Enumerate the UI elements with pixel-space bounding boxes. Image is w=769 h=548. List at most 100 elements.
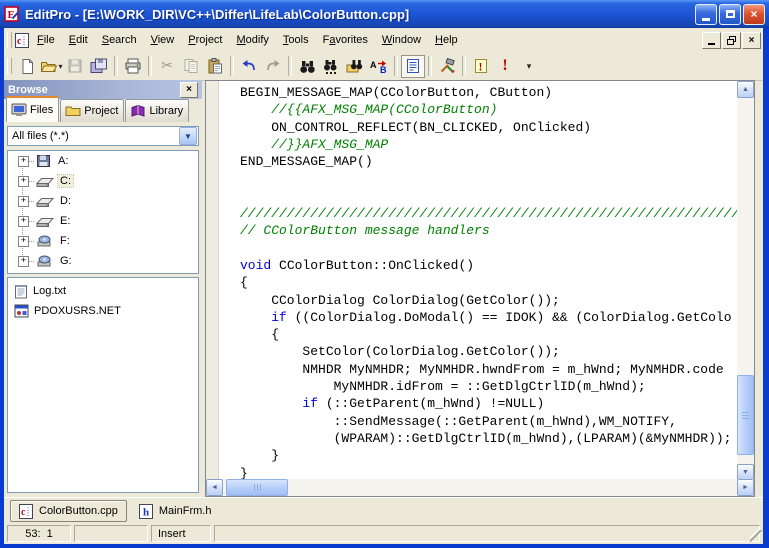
cut-button[interactable]: ✂ (155, 55, 179, 78)
find-in-files-button[interactable] (343, 55, 367, 78)
resize-grip[interactable] (750, 530, 763, 543)
close-button[interactable]: × (743, 4, 765, 25)
browse-tab-library[interactable]: Library (125, 99, 189, 122)
code-line[interactable] (240, 188, 737, 205)
mdi-restore-button[interactable] (722, 32, 741, 49)
code-line[interactable]: } (240, 465, 737, 479)
tree-row-drive-a[interactable]: +A: (8, 151, 198, 171)
document-system-icon[interactable]: c:: (15, 33, 30, 48)
code-line[interactable]: BEGIN_MESSAGE_MAP(CColorButton, CButton) (240, 84, 737, 101)
file-list[interactable]: Log.txtPDOXUSRS.NET (7, 277, 199, 493)
print-button[interactable] (121, 55, 145, 78)
code-line[interactable]: } (240, 447, 737, 464)
minimize-button[interactable] (695, 4, 717, 25)
drive-tree[interactable]: +A:+C:+D:+E:+F:+G: (7, 150, 199, 274)
replace-button[interactable]: AB (367, 55, 391, 78)
save-button[interactable] (63, 55, 87, 78)
tree-expander-icon[interactable]: + (18, 156, 29, 167)
save-all-button[interactable] (87, 55, 111, 78)
browse-close-button[interactable]: × (180, 82, 198, 98)
toolbar-grip[interactable] (7, 58, 12, 74)
mdi-minimize-button[interactable] (702, 32, 721, 49)
code-line[interactable]: (WPARAM)::GetDlgCtrlID(m_hWnd),(LPARAM)(… (240, 430, 737, 447)
code-line[interactable]: ////////////////////////////////////////… (240, 205, 737, 222)
menu-file[interactable]: File (30, 31, 62, 49)
tree-expander-icon[interactable]: + (18, 196, 29, 207)
compile-button[interactable]: ! (469, 55, 493, 78)
svg-text:c: c (21, 507, 26, 518)
file-filter-combobox[interactable]: All files (*.*) ▼ (7, 126, 199, 146)
menu-project[interactable]: Project (181, 31, 229, 49)
menu-view[interactable]: View (144, 31, 182, 49)
horizontal-scroll-thumb[interactable] (226, 479, 288, 496)
menu-search[interactable]: Search (95, 31, 144, 49)
code-line[interactable]: END_MESSAGE_MAP() (240, 153, 737, 170)
tree-row-drive-c[interactable]: +C: (8, 171, 198, 191)
tree-expander-icon[interactable]: + (18, 176, 29, 187)
code-line[interactable]: { (240, 274, 737, 291)
document-view-button[interactable] (401, 55, 425, 78)
code-line[interactable]: CColorDialog ColorDialog(GetColor()); (240, 292, 737, 309)
find-button[interactable] (295, 55, 319, 78)
code-line[interactable]: //}}AFX_MSG_MAP (240, 136, 737, 153)
copy-button[interactable] (179, 55, 203, 78)
combobox-dropdown-icon[interactable]: ▼ (179, 127, 197, 145)
undo-button[interactable] (237, 55, 261, 78)
menu-help[interactable]: Help (428, 31, 465, 49)
code-line[interactable] (240, 170, 737, 187)
cpp-doc-icon[interactable]: c:: (15, 33, 30, 48)
browse-tab-project[interactable]: Project (60, 99, 124, 122)
browse-tab-files[interactable]: Files (6, 96, 59, 122)
code-line[interactable]: SetColor(ColorDialog.GetColor()); (240, 343, 737, 360)
new-document-button[interactable] (15, 55, 39, 78)
code-token: { (240, 327, 279, 342)
find-next-button[interactable] (319, 55, 343, 78)
dropdown-arrow-icon[interactable]: ▾ (59, 62, 63, 71)
document-tab-colorbutton-cpp[interactable]: c::ColorButton.cpp (10, 500, 127, 522)
tree-row-drive-d[interactable]: +D: (8, 191, 198, 211)
menubar-grip[interactable] (7, 32, 12, 48)
paste-button[interactable] (203, 55, 227, 78)
file-list-item[interactable]: PDOXUSRS.NET (8, 301, 198, 321)
code-line[interactable]: ON_CONTROL_REFLECT(BN_CLICKED, OnClicked… (240, 119, 737, 136)
tree-expander-icon[interactable]: + (18, 236, 29, 247)
menu-tools[interactable]: Tools (276, 31, 316, 49)
open-file-button[interactable]: ▾ (39, 55, 63, 78)
code-line[interactable]: if (::GetParent(m_hWnd) !=NULL) (240, 395, 737, 412)
menu-window[interactable]: Window (375, 31, 428, 49)
tree-expander-icon[interactable]: + (18, 216, 29, 227)
menu-modify[interactable]: Modify (230, 31, 276, 49)
vertical-scroll-thumb[interactable] (737, 375, 754, 455)
code-line[interactable]: // CColorButton message handlers (240, 222, 737, 239)
horizontal-scrollbar[interactable]: ◄ ► (206, 479, 754, 496)
tree-row-drive-e[interactable]: +E: (8, 211, 198, 231)
editor-text-area[interactable]: BEGIN_MESSAGE_MAP(CColorButton, CButton)… (219, 82, 737, 479)
code-line[interactable] (240, 240, 737, 257)
scroll-up-button[interactable]: ▲ (737, 81, 754, 98)
code-line[interactable]: void CColorButton::OnClicked() (240, 257, 737, 274)
file-list-item[interactable]: Log.txt (8, 281, 198, 301)
title-bar[interactable]: E EditPro - [E:\WORK_DIR\VC++\Differ\Lif… (0, 0, 769, 28)
vertical-scrollbar[interactable]: ▲ ▼ (737, 81, 754, 481)
tree-row-drive-f[interactable]: +F: (8, 231, 198, 251)
code-token: (WPARAM)::GetDlgCtrlID(m_hWnd),(LPARAM)(… (240, 431, 731, 446)
mdi-close-button[interactable]: × (742, 32, 761, 49)
menu-favorites[interactable]: Favorites (316, 31, 375, 49)
code-line[interactable]: NMHDR MyNMHDR; MyNMHDR.hwndFrom = m_hWnd… (240, 361, 737, 378)
scroll-right-button[interactable]: ► (737, 479, 754, 496)
menu-edit[interactable]: Edit (62, 31, 95, 49)
code-line[interactable]: MyNMHDR.idFrom = ::GetDlgCtrlID(m_hWnd); (240, 378, 737, 395)
code-line[interactable]: { (240, 326, 737, 343)
scroll-left-button[interactable]: ◄ (206, 479, 223, 496)
maximize-button[interactable] (719, 4, 741, 25)
document-tab-mainfrm-h[interactable]: hMainFrm.h (131, 501, 220, 521)
redo-button[interactable] (261, 55, 285, 78)
tree-row-drive-g[interactable]: +G: (8, 251, 198, 271)
run-button[interactable]: ! (493, 55, 517, 78)
code-line[interactable]: //{{AFX_MSG_MAP(CColorButton) (240, 101, 737, 118)
code-line[interactable]: ::SendMessage(::GetParent(m_hWnd),WM_NOT… (240, 413, 737, 430)
tree-expander-icon[interactable]: + (18, 256, 29, 267)
tools-button[interactable] (435, 55, 459, 78)
toolbar-options-button[interactable]: ▾ (517, 55, 541, 78)
code-line[interactable]: if ((ColorDialog.DoModal() == IDOK) && (… (240, 309, 737, 326)
